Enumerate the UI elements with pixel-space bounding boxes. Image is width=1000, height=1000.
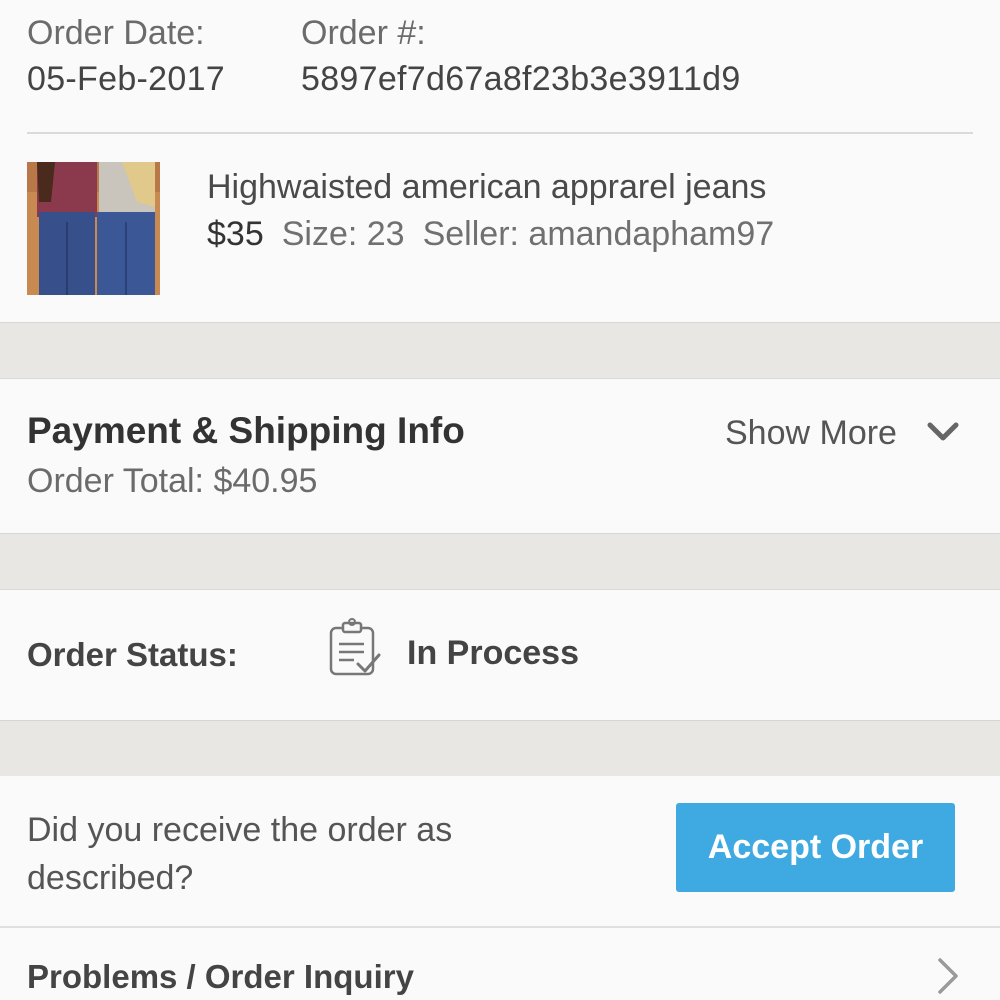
item-title[interactable]: Highwaisted american apprarel jeans: [207, 168, 766, 207]
show-more-button[interactable]: Show More: [725, 414, 897, 453]
order-status-value: In Process: [407, 634, 579, 672]
order-summary-section: Order Date: 05-Feb-2017 Order #: 5897ef7…: [0, 0, 1000, 322]
item-meta: $35 Size: 23 Seller: amandapham97: [207, 215, 792, 254]
item-size: Size: 23: [281, 215, 405, 253]
order-total: Order Total: $40.95: [27, 462, 318, 500]
order-date-value: 05-Feb-2017: [27, 60, 225, 98]
payment-shipping-title: Payment & Shipping Info: [27, 410, 465, 451]
item-price: $35: [207, 215, 264, 253]
payment-shipping-section: [0, 379, 1000, 533]
order-number-value: 5897ef7d67a8f23b3e3911d9: [301, 60, 741, 98]
accept-order-button[interactable]: Accept Order: [676, 803, 955, 892]
product-thumbnail[interactable]: [27, 162, 160, 295]
section-gap: [0, 720, 1000, 777]
order-date-label: Order Date:: [27, 14, 205, 52]
order-number-label: Order #:: [301, 14, 426, 52]
item-seller[interactable]: Seller: amandapham97: [423, 215, 775, 253]
problems-inquiry-label[interactable]: Problems / Order Inquiry: [27, 958, 414, 996]
divider: [27, 132, 973, 134]
clipboard-check-icon: [329, 618, 381, 676]
chevron-right-icon[interactable]: [932, 956, 962, 996]
chevron-down-icon[interactable]: [926, 420, 960, 444]
receive-question: Did you receive the order as described?: [27, 811, 453, 897]
order-status-label: Order Status:: [27, 636, 238, 673]
section-gap: [0, 322, 1000, 379]
section-gap: [0, 533, 1000, 590]
